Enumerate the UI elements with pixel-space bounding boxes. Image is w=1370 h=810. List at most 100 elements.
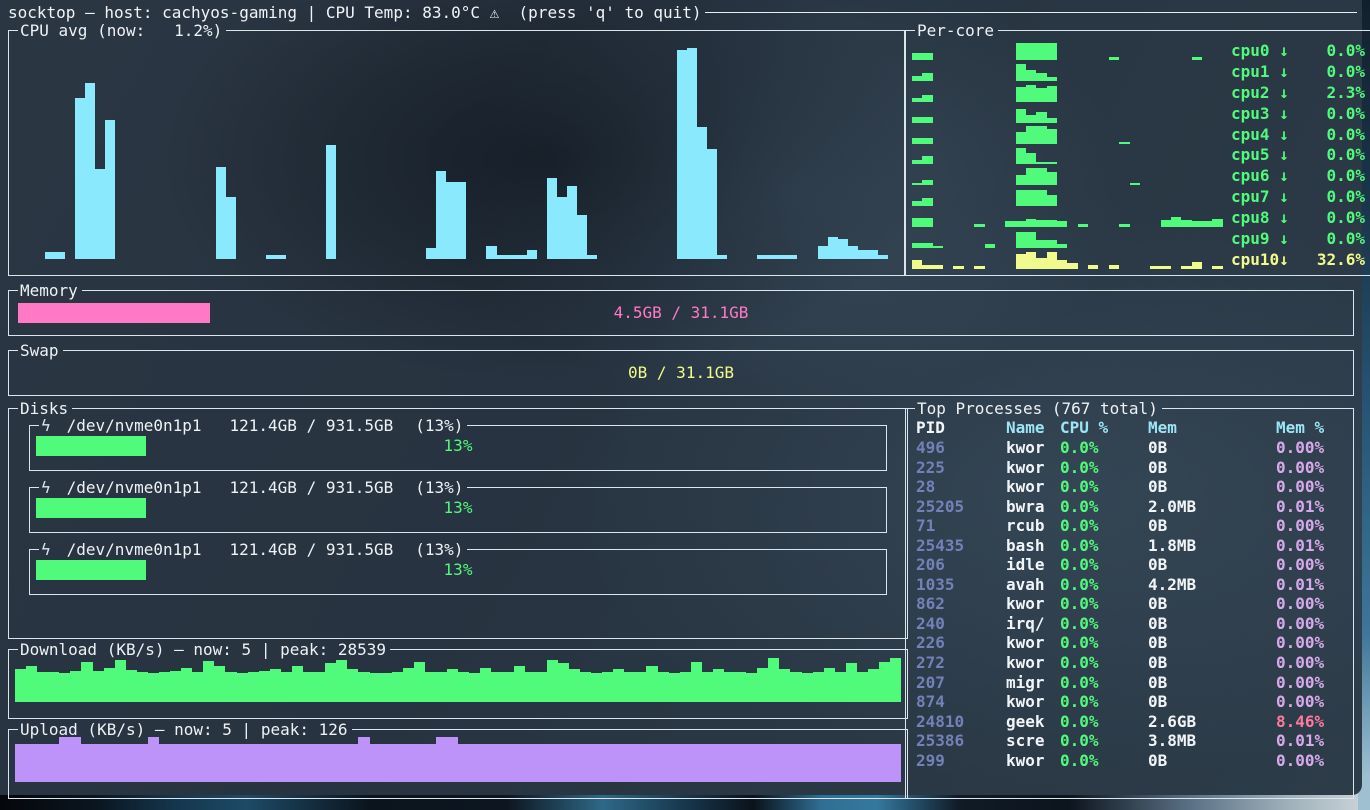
chart-bar	[436, 672, 447, 702]
chart-bar	[137, 672, 148, 702]
core-label: cpu9 ↓0.0%	[1231, 229, 1365, 248]
terminal-window[interactable]: socktop — host: cachyos-gaming | CPU Tem…	[0, 0, 1362, 795]
chart-bar	[779, 744, 790, 782]
chart-bar	[181, 668, 192, 703]
top-processes-title: Top Processes (767 total)	[915, 402, 1162, 415]
chart-bar	[802, 744, 813, 782]
chart-bar	[702, 744, 713, 782]
chart-bar	[59, 673, 70, 702]
process-cell: 0.0%	[1060, 633, 1148, 653]
chart-bar	[414, 662, 425, 702]
chart-bar	[1036, 126, 1046, 143]
process-cell: 0.00%	[1276, 555, 1349, 575]
chart-bar	[922, 138, 932, 144]
chart-bar	[75, 98, 85, 259]
swap-panel: Swap 0B / 31.1GB	[8, 344, 1354, 396]
disk-device: /dev/nvme0n1p1	[67, 478, 202, 497]
process-row: 299kwor0.0%0B0.00%	[910, 751, 1349, 771]
window-title: socktop — host: cachyos-gaming | CPU Tem…	[8, 3, 702, 22]
chart-bar	[768, 744, 779, 782]
chart-bar	[26, 744, 37, 782]
chart-bar	[702, 672, 713, 702]
process-cell: 207	[916, 673, 1006, 693]
chart-bar	[81, 744, 92, 782]
chart-bar	[1057, 260, 1067, 269]
process-row: 226kwor0.0%0B0.00%	[910, 633, 1349, 653]
core-label: cpu8 ↓0.0%	[1231, 208, 1365, 227]
process-cell: 0.0%	[1060, 712, 1148, 732]
core-label: cpu4 ↓0.0%	[1231, 125, 1365, 144]
chart-bar	[1016, 87, 1026, 102]
chart-bar	[115, 744, 126, 782]
chart-bar	[878, 255, 888, 259]
chart-bar	[45, 252, 55, 259]
process-cell: 0.0%	[1060, 438, 1148, 458]
chart-bar	[1036, 258, 1046, 269]
chart-bar	[314, 744, 325, 782]
chart-bar	[281, 744, 292, 782]
chart-bar	[835, 744, 846, 782]
process-cell: kwor	[1006, 438, 1060, 458]
chart-bar	[203, 661, 214, 702]
core-label: cpu1 ↓0.0%	[1231, 62, 1365, 81]
chart-bar	[912, 98, 922, 102]
chart-bar	[824, 744, 835, 782]
disk-list: ϟ/dev/nvme0n1p1121.4GB / 931.5GB(13%)13%…	[13, 415, 903, 595]
chart-bar	[1047, 43, 1057, 60]
core-row: cpu3 ↓0.0%	[912, 104, 1365, 123]
process-cell: 0B	[1148, 633, 1276, 653]
chart-bar	[115, 660, 126, 702]
chart-bar	[1036, 88, 1046, 101]
chart-bar	[680, 744, 691, 782]
chart-bar	[1016, 190, 1026, 206]
core-sparkline	[912, 83, 1223, 102]
core-label: cpu10↓32.6%	[1231, 250, 1365, 269]
disk-device: /dev/nvme0n1p1	[67, 416, 202, 435]
chart-bar	[480, 744, 491, 782]
process-cell: 0.00%	[1276, 751, 1349, 771]
chart-bar	[237, 673, 248, 702]
chart-bar	[126, 670, 137, 702]
per-core-title: Per-core	[915, 24, 998, 37]
chart-bar	[547, 178, 557, 259]
chart-bar	[922, 95, 932, 102]
process-cell: 25205	[916, 497, 1006, 517]
chart-bar	[1026, 190, 1036, 206]
chart-bar	[735, 744, 746, 782]
chart-bar	[525, 744, 536, 782]
chart-bar	[890, 744, 901, 782]
chart-bar	[93, 671, 104, 702]
chart-bar	[326, 145, 336, 259]
process-cell: 8.46%	[1276, 712, 1349, 732]
chart-bar	[1047, 162, 1057, 165]
chart-bar	[818, 246, 828, 259]
disk-entry-title: ϟ/dev/nvme0n1p1121.4GB / 931.5GB(13%)	[39, 543, 467, 556]
chart-bar	[746, 673, 757, 702]
chart-bar	[1150, 266, 1160, 269]
process-cell: kwor	[1006, 633, 1060, 653]
chart-bar	[824, 668, 835, 703]
chart-bar	[846, 744, 857, 782]
chart-bar	[1026, 232, 1036, 248]
chart-bar	[858, 250, 868, 259]
process-column-header: Mem %	[1276, 418, 1349, 438]
process-cell: 0.0%	[1060, 673, 1148, 693]
chart-bar	[912, 183, 922, 186]
cpu-avg-panel: CPU avg (now: 1.2%)	[8, 24, 905, 276]
chart-bar	[857, 672, 868, 702]
chart-bar	[735, 672, 746, 702]
download-title: Download (KB/s) — now: 5 | peak: 28539	[18, 643, 390, 656]
core-sparkline	[912, 145, 1223, 164]
disk-gauge-fill	[36, 436, 146, 456]
upload-title: Upload (KB/s) — now: 5 | peak: 126	[18, 723, 352, 736]
process-cell: 0.0%	[1060, 731, 1148, 751]
chart-bar	[922, 156, 932, 165]
chart-bar	[336, 660, 347, 702]
chart-bar	[170, 744, 181, 782]
chart-bar	[414, 744, 425, 782]
chart-bar	[336, 744, 347, 782]
chart-bar	[779, 669, 790, 702]
chart-bar	[456, 182, 466, 259]
cpu-avg-title: CPU avg (now: 1.2%)	[18, 24, 226, 37]
chart-bar	[1026, 252, 1036, 269]
